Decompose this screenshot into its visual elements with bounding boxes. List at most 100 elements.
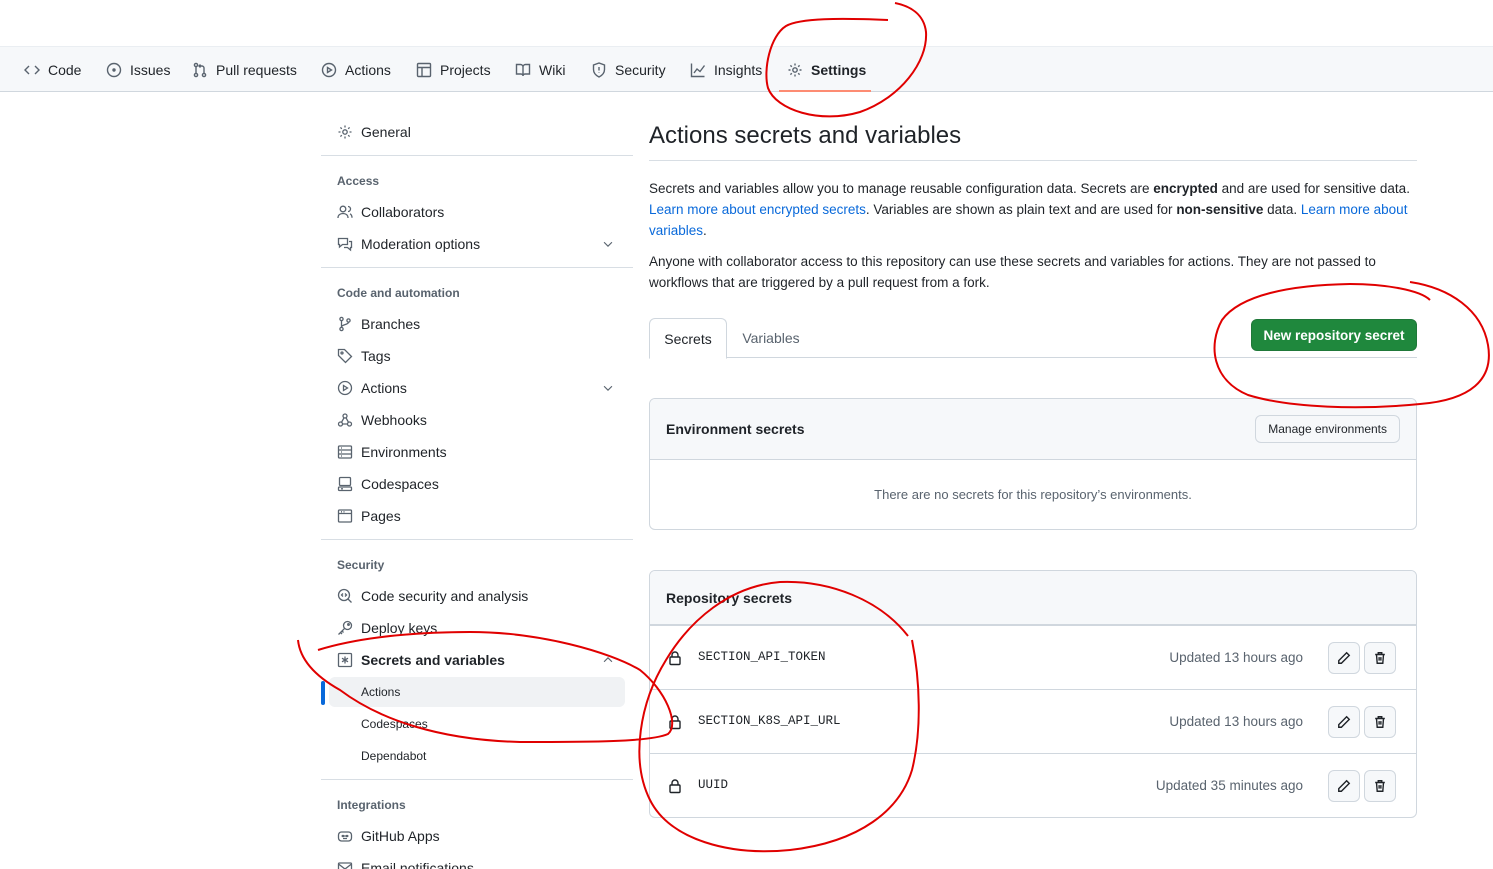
- divider: [321, 155, 633, 156]
- chevron-up-icon[interactable]: [601, 653, 615, 667]
- chevron-down-icon[interactable]: [601, 237, 615, 251]
- sidebar-subitem-label: Codespaces: [361, 717, 428, 731]
- play-icon: [321, 62, 337, 77]
- sidebar-heading-security: Security: [337, 558, 385, 572]
- tab-settings[interactable]: Settings: [787, 47, 866, 92]
- divider: [321, 539, 633, 540]
- secret-row: SECTION_K8S_API_URL Updated 13 hours ago: [650, 689, 1416, 753]
- edit-secret-button[interactable]: [1328, 642, 1360, 674]
- sidebar-item-collaborators[interactable]: Collaborators: [321, 196, 633, 228]
- sidebar-item-branches[interactable]: Branches: [321, 308, 633, 340]
- tab-variables-label: Variables: [742, 330, 800, 346]
- manage-environments-button[interactable]: Manage environments: [1255, 415, 1400, 443]
- environment-secrets-heading: Environment secrets: [666, 421, 805, 437]
- environment-secrets-box: Environment secrets Manage environments …: [649, 398, 1417, 530]
- secret-updated: Updated 13 hours ago: [1169, 650, 1303, 665]
- chevron-down-icon[interactable]: [601, 381, 615, 395]
- edit-secret-button[interactable]: [1328, 706, 1360, 738]
- new-repository-secret-button[interactable]: New repository secret: [1251, 319, 1417, 351]
- tab-secrets[interactable]: Secrets: [649, 318, 727, 359]
- sidebar-item-deploy-keys[interactable]: Deploy keys: [321, 612, 633, 644]
- desc-text: data.: [1263, 202, 1301, 217]
- delete-secret-button[interactable]: [1364, 642, 1396, 674]
- code-icon: [24, 65, 40, 74]
- tab-insights[interactable]: Insights: [690, 47, 762, 92]
- pencil-icon: [1338, 651, 1351, 664]
- sidebar-heading-access: Access: [337, 174, 380, 188]
- sidebar-item-pages[interactable]: Pages: [321, 500, 633, 532]
- sidebar-item-webhooks[interactable]: Webhooks: [321, 404, 633, 436]
- sidebar-subitem-label: Actions: [361, 685, 401, 699]
- play-icon: [337, 380, 353, 396]
- desc-text: . Variables are shown as plain text and …: [865, 202, 1177, 217]
- codescan-icon: [337, 588, 352, 603]
- desc-text: Secrets and variables allow you to manag…: [649, 181, 1154, 196]
- description-secrets: Secrets and variables allow you to manag…: [649, 178, 1417, 241]
- trash-icon: [1375, 652, 1385, 664]
- sidebar-item-label: Deploy keys: [361, 620, 438, 636]
- tab-variables[interactable]: Variables: [729, 318, 813, 358]
- desc-text: .: [703, 223, 707, 238]
- active-indicator: [321, 681, 325, 705]
- sidebar-item-label: Codespaces: [361, 476, 439, 492]
- people-icon: [337, 205, 353, 219]
- sidebar-item-label: Moderation options: [361, 236, 481, 252]
- sidebar-item-general[interactable]: General: [321, 116, 633, 148]
- environment-secrets-empty: There are no secrets for this repository…: [874, 487, 1192, 502]
- sidebar-item-environments[interactable]: Environments: [321, 436, 633, 468]
- tab-insights-label: Insights: [714, 61, 763, 78]
- edit-secret-button[interactable]: [1328, 770, 1360, 802]
- sidebar-item-code-security[interactable]: Code security and analysis: [321, 580, 633, 612]
- tab-actions-label: Actions: [345, 61, 391, 78]
- active-tab-underline: [779, 90, 871, 92]
- pencil-icon: [1338, 779, 1351, 792]
- sidebar-item-actions[interactable]: Actions: [321, 372, 633, 404]
- sidebar-item-github-apps[interactable]: GitHub Apps: [321, 820, 633, 852]
- delete-secret-button[interactable]: [1364, 770, 1396, 802]
- hubot-icon: [337, 831, 353, 842]
- sidebar-subitem-actions[interactable]: Actions: [329, 677, 625, 707]
- sidebar-item-codespaces[interactable]: Codespaces: [321, 468, 633, 500]
- divider: [321, 779, 633, 780]
- repository-secrets-box: Repository secrets SECTION_API_TOKEN Upd…: [649, 570, 1417, 818]
- pencil-icon: [1338, 715, 1351, 728]
- sidebar-item-label: Code security and analysis: [361, 588, 529, 604]
- git-pull-request-icon: [193, 62, 207, 77]
- lock-icon: [669, 651, 681, 666]
- table-icon: [416, 62, 432, 77]
- browser-icon: [337, 509, 353, 523]
- tab-issues[interactable]: Issues: [106, 47, 170, 92]
- description-access: Anyone with collaborator access to this …: [649, 254, 1376, 290]
- tab-code[interactable]: Code: [24, 47, 81, 92]
- tab-security[interactable]: Security: [591, 47, 666, 92]
- sidebar-item-email-notifications[interactable]: Email notifications: [321, 852, 633, 869]
- sidebar-item-moderation[interactable]: Moderation options: [321, 228, 633, 260]
- secret-name: SECTION_API_TOKEN: [698, 650, 826, 664]
- issue-opened-icon: [106, 62, 122, 77]
- tab-wiki[interactable]: Wiki: [515, 47, 565, 92]
- sidebar-item-label: Secrets and variables: [361, 652, 505, 668]
- book-icon: [515, 63, 531, 76]
- tab-pull-requests[interactable]: Pull requests: [192, 47, 297, 92]
- sidebar-item-label: General: [361, 124, 411, 140]
- desc-emphasis: non-sensitive: [1176, 202, 1264, 217]
- tag-icon: [337, 348, 353, 364]
- sidebar-item-label: Email notifications: [361, 860, 474, 869]
- key-asterisk-icon: [337, 652, 353, 668]
- delete-secret-button[interactable]: [1364, 706, 1396, 738]
- sidebar-subitem-dependabot[interactable]: Dependabot: [329, 741, 625, 771]
- mail-icon: [337, 862, 353, 869]
- sidebar-item-label: Webhooks: [361, 412, 427, 428]
- secret-name: SECTION_K8S_API_URL: [698, 714, 841, 728]
- graph-icon: [690, 63, 706, 77]
- tab-issues-label: Issues: [130, 61, 171, 78]
- tab-actions[interactable]: Actions: [321, 47, 391, 92]
- secret-updated: Updated 13 hours ago: [1169, 714, 1303, 729]
- learn-more-secrets-link[interactable]: Learn more about encrypted secrets: [649, 202, 866, 217]
- tab-security-label: Security: [615, 61, 666, 78]
- secret-updated: Updated 35 minutes ago: [1155, 778, 1303, 793]
- tab-projects[interactable]: Projects: [416, 47, 491, 92]
- sidebar-subitem-codespaces[interactable]: Codespaces: [329, 709, 625, 739]
- sidebar-item-secrets-variables[interactable]: Secrets and variables: [321, 644, 633, 676]
- sidebar-item-tags[interactable]: Tags: [321, 340, 633, 372]
